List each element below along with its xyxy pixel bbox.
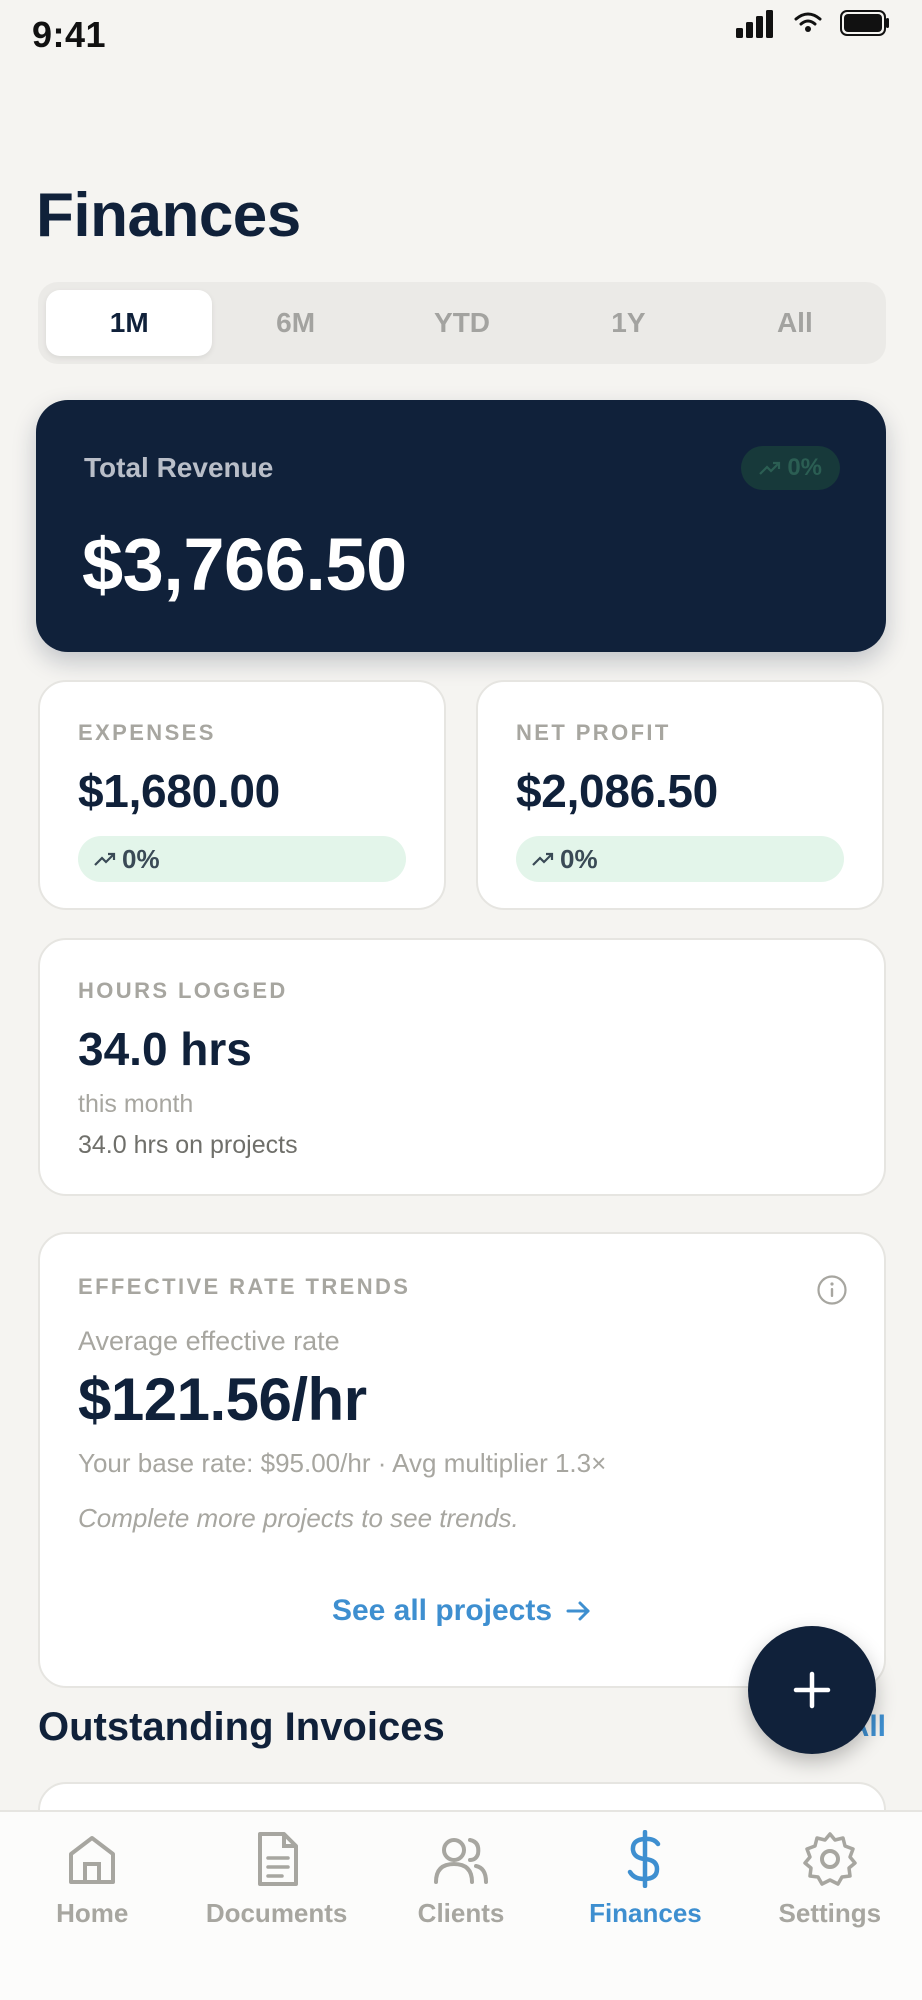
tab-home-label: Home bbox=[56, 1898, 129, 1928]
trend-up-icon bbox=[532, 852, 554, 866]
battery-icon bbox=[840, 10, 889, 36]
rate-label: EFFECTIVE RATE TRENDS bbox=[78, 1274, 411, 1299]
tab-documents[interactable]: Documents bbox=[184, 1812, 368, 2000]
hours-detail: 34.0 hrs on projects bbox=[78, 1131, 298, 1159]
rate-value: $121.56/hr bbox=[78, 1366, 367, 1433]
revenue-value: $3,766.50 bbox=[82, 523, 407, 606]
hours-logged-card[interactable]: HOURS LOGGED 34.0 hrs this month 34.0 hr… bbox=[38, 938, 886, 1196]
tab-finances-label: Finances bbox=[589, 1898, 702, 1928]
signal-icon bbox=[736, 10, 773, 38]
plus-icon bbox=[793, 1671, 831, 1709]
see-all-projects-label: See all projects bbox=[331, 1594, 553, 1627]
effective-rate-card: EFFECTIVE RATE TRENDS Average effective … bbox=[38, 1232, 886, 1688]
rate-base: Your base rate: $95.00/hr · Avg multipli… bbox=[78, 1448, 607, 1478]
rate-subtitle: Average effective rate bbox=[78, 1326, 340, 1356]
status-bar: 9:41 bbox=[0, 0, 922, 70]
tab-clients-label: Clients bbox=[417, 1898, 505, 1928]
expenses-change-badge: 0% bbox=[78, 836, 406, 882]
rate-note: Complete more projects to see trends. bbox=[78, 1503, 519, 1533]
status-time: 9:41 bbox=[32, 14, 107, 55]
revenue-change-badge: 0% bbox=[741, 446, 840, 490]
dollar-icon bbox=[628, 1830, 661, 1888]
tab-settings-label: Settings bbox=[778, 1898, 882, 1928]
info-icon[interactable] bbox=[816, 1274, 848, 1306]
hours-label: HOURS LOGGED bbox=[78, 978, 288, 1003]
status-icons bbox=[736, 8, 890, 38]
gear-icon bbox=[803, 1832, 857, 1886]
home-icon bbox=[69, 1836, 116, 1884]
period-tab-1y[interactable]: 1Y bbox=[545, 290, 711, 356]
expenses-card[interactable]: EXPENSES $1,680.00 0% bbox=[38, 680, 446, 910]
net-profit-card[interactable]: NET PROFIT $2,086.50 0% bbox=[476, 680, 884, 910]
tab-finances[interactable]: Finances bbox=[553, 1812, 737, 2000]
profit-label: NET PROFIT bbox=[516, 720, 671, 745]
add-button[interactable] bbox=[748, 1626, 876, 1754]
revenue-change-value: 0% bbox=[787, 454, 822, 481]
tab-clients[interactable]: Clients bbox=[369, 1812, 553, 2000]
arrow-right-icon bbox=[566, 1601, 590, 1621]
period-tab-6m[interactable]: 6M bbox=[212, 290, 378, 356]
period-selector: 1M 6M YTD 1Y All bbox=[38, 282, 886, 364]
wifi-icon bbox=[794, 12, 822, 32]
profit-change-badge: 0% bbox=[516, 836, 844, 882]
page-title: Finances bbox=[36, 181, 301, 250]
revenue-label: Total Revenue bbox=[84, 452, 274, 483]
hours-value: 34.0 hrs bbox=[78, 1023, 252, 1075]
outstanding-invoices-title: Outstanding Invoices bbox=[38, 1705, 445, 1749]
tab-settings[interactable]: Settings bbox=[738, 1812, 922, 2000]
see-all-projects-link[interactable]: See all projects bbox=[40, 1594, 884, 1628]
tab-home[interactable]: Home bbox=[0, 1812, 184, 2000]
trend-up-icon bbox=[94, 852, 116, 866]
period-tab-ytd[interactable]: YTD bbox=[379, 290, 545, 356]
hours-period: this month bbox=[78, 1090, 194, 1118]
expenses-value: $1,680.00 bbox=[78, 765, 280, 817]
tab-bar: Home Documents Clients Finances Settings bbox=[0, 1810, 922, 2000]
document-icon bbox=[257, 1832, 298, 1886]
period-tab-all[interactable]: All bbox=[712, 290, 878, 356]
expenses-change-value: 0% bbox=[122, 843, 160, 874]
clients-icon bbox=[434, 1838, 489, 1884]
trend-up-icon bbox=[759, 461, 781, 475]
period-tab-1m[interactable]: 1M bbox=[46, 290, 213, 356]
tab-documents-label: Documents bbox=[205, 1898, 348, 1928]
profit-change-value: 0% bbox=[560, 843, 598, 874]
total-revenue-card[interactable]: Total Revenue 0% $3,766.50 bbox=[36, 400, 886, 652]
profit-value: $2,086.50 bbox=[516, 765, 718, 817]
expenses-label: EXPENSES bbox=[78, 720, 216, 745]
